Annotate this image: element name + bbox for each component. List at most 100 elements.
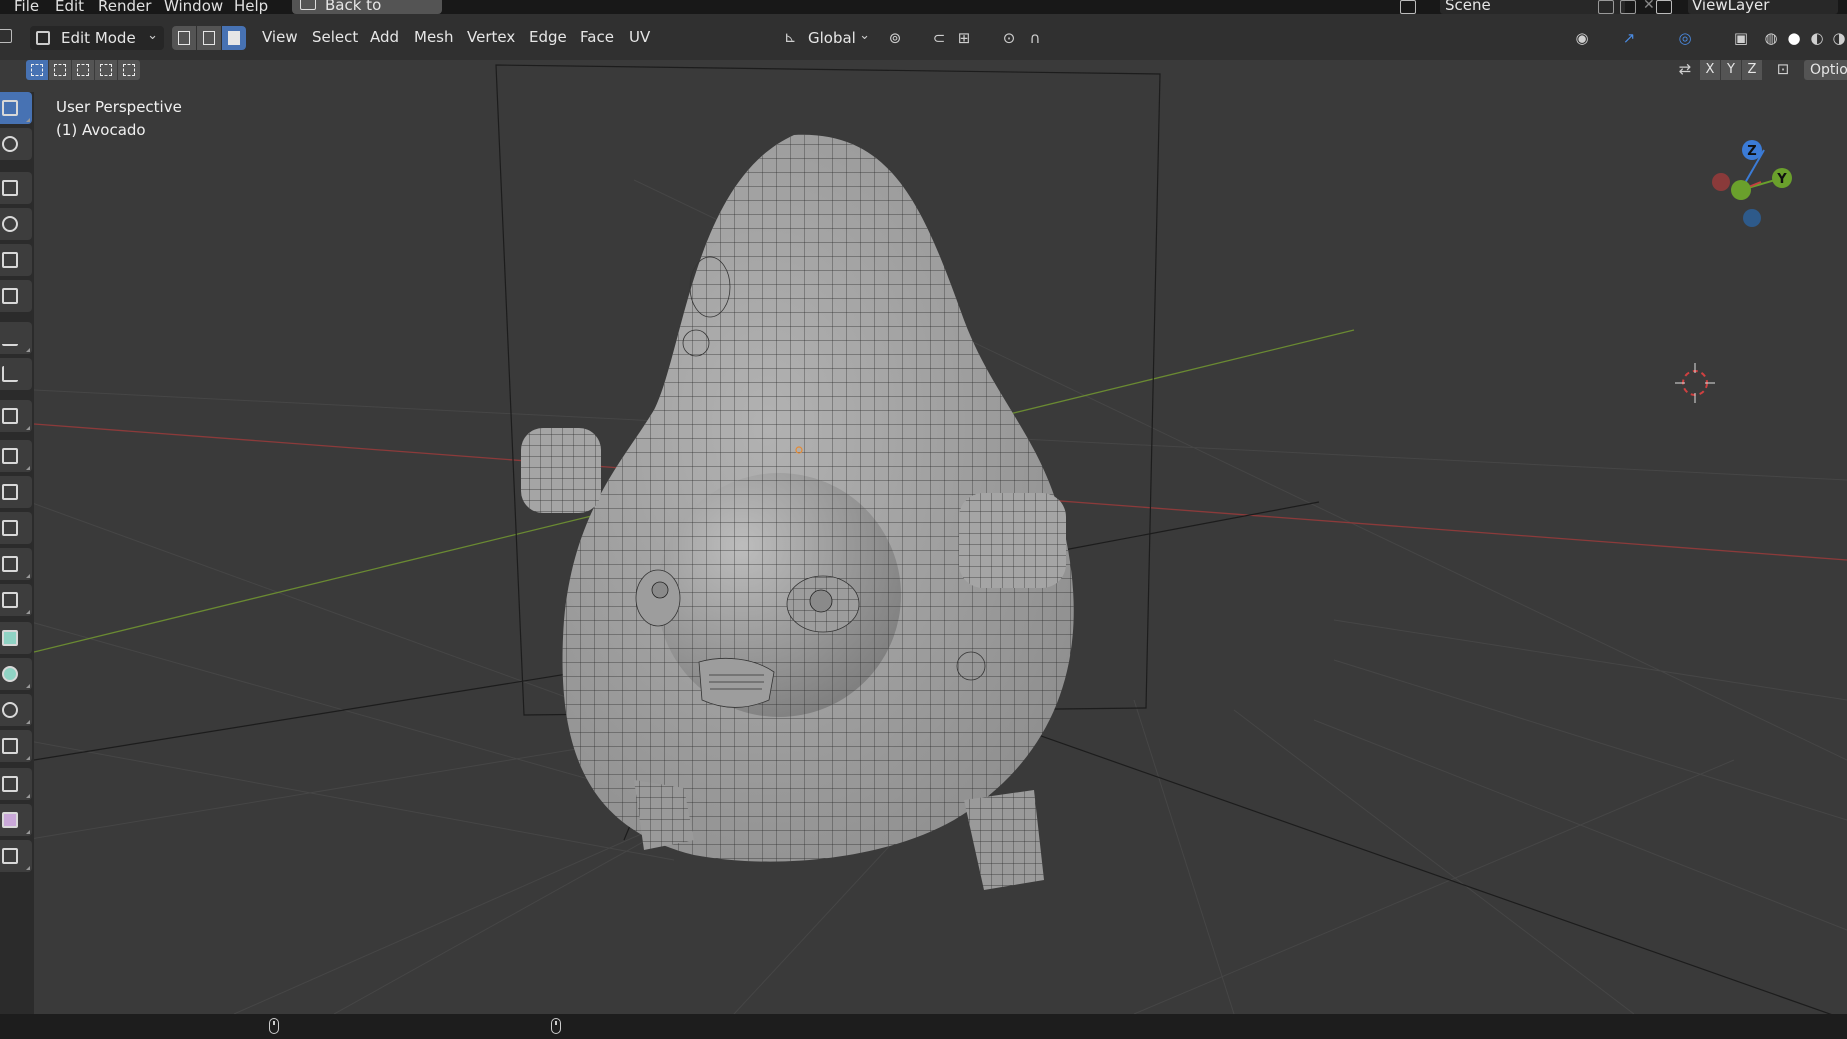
avocado-mesh [521,134,1074,890]
tool-move[interactable] [0,172,32,204]
proportional-edit-icon[interactable]: ⊙ [1000,30,1018,46]
pin-icon[interactable] [1598,0,1614,14]
screen-icon [300,0,316,10]
tool-spin[interactable] [0,658,32,690]
top-menu-bar: File Edit Render Window Help Back to Pre… [0,0,1847,14]
scene-name: Scene [1445,0,1491,14]
poly-build-icon [2,630,18,646]
annotate-icon [2,330,18,346]
edge-select-button[interactable] [197,26,221,50]
gizmo-neg-x[interactable] [1712,173,1730,191]
menu-view[interactable]: View [262,28,298,46]
tool-shrink-fatten[interactable] [0,768,32,800]
tool-rip[interactable] [0,840,32,872]
menu-file[interactable]: File [14,0,39,14]
tool-scale[interactable] [0,244,32,276]
tool-select-box[interactable] [0,92,32,124]
scale-icon [2,252,18,268]
menu-help[interactable]: Help [234,0,268,14]
view-name: User Perspective [56,98,182,116]
gizmo-neg-y[interactable] [1731,180,1751,200]
tool-add-cube[interactable] [0,400,32,432]
menu-window[interactable]: Window [164,0,223,14]
edge-select-icon [203,31,215,45]
falloff-icon[interactable]: ∩ [1026,30,1044,46]
vertex-select-icon [178,31,190,45]
menu-render[interactable]: Render [98,0,151,14]
menu-select[interactable]: Select [312,28,358,46]
gizmo-toggle-icon[interactable]: ↗ [1620,30,1638,46]
view-layer-name: ViewLayer [1692,0,1770,14]
copy-icon[interactable] [1620,0,1636,14]
gizmo-neg-z[interactable] [1743,209,1761,227]
bevel-icon [2,520,18,536]
scene-icon[interactable] [1400,0,1416,14]
spin-icon [2,666,18,682]
object-name: (1) Avocado [56,121,146,139]
back-to-previous-button[interactable]: Back to Previous [292,0,442,14]
tool-transform[interactable] [0,280,32,312]
tool-smooth[interactable] [0,694,32,726]
view-layer-icon[interactable] [1656,0,1672,14]
menu-mesh[interactable]: Mesh [414,28,454,46]
face-select-button[interactable] [222,26,246,50]
edit-mode-icon [36,31,50,45]
tool-cursor[interactable] [0,128,32,160]
rendered-shading-icon[interactable]: ◑ [1830,30,1847,46]
tool-poly-build[interactable] [0,622,32,654]
vertex-select-button[interactable] [172,26,196,50]
select-box-icon [2,100,18,116]
tool-shear[interactable] [0,804,32,836]
mode-label: Edit Mode [61,29,136,47]
orientation-label: Global [808,29,856,47]
mode-dropdown[interactable]: Edit Mode ⌄ [30,26,164,50]
status-bar [0,1014,1847,1039]
material-shading-icon[interactable]: ◐ [1808,30,1826,46]
3d-viewport[interactable]: Z Y [34,60,1847,1014]
chevron-down-icon: ⌄ [859,28,870,43]
tool-rotate[interactable] [0,208,32,240]
tool-annotate[interactable] [0,322,32,354]
tool-inset[interactable] [0,476,32,508]
transform-orientation-dropdown[interactable]: ⊾ Global ⌄ [780,26,874,50]
xray-toggle-icon[interactable]: ▣ [1732,30,1750,46]
solid-shading-icon[interactable]: ● [1785,30,1803,46]
tool-edge-slide[interactable] [0,730,32,762]
navigation-gizmo[interactable]: Z Y [1712,140,1792,227]
smooth-icon [2,702,18,718]
mouse-right-icon [551,1018,561,1034]
chevron-down-icon: ⌄ [147,28,158,43]
measure-icon [2,366,18,382]
tool-measure[interactable] [0,358,32,390]
3d-cursor[interactable] [1675,363,1715,403]
snap-icon[interactable]: ⊂ [930,30,948,46]
tool-bevel[interactable] [0,512,32,544]
mouse-left-icon [269,1018,279,1034]
wireframe-shading-icon[interactable]: ◍ [1762,30,1780,46]
cursor-icon [2,136,18,152]
menu-edit[interactable]: Edit [55,0,84,14]
menu-edge[interactable]: Edge [529,28,567,46]
tool-knife[interactable] [0,584,32,616]
menu-face[interactable]: Face [580,28,614,46]
shear-icon [2,812,18,828]
orientation-icon: ⊾ [784,28,797,46]
shrink-fatten-icon [2,776,18,792]
menu-add[interactable]: Add [370,28,399,46]
editor-type-icon[interactable] [0,29,12,43]
overlay-toggle-icon[interactable]: ◎ [1676,30,1694,46]
pivot-point-icon[interactable]: ⊚ [886,30,904,46]
edge-slide-icon [2,738,18,754]
add-cube-icon [2,408,18,424]
menu-vertex[interactable]: Vertex [467,28,515,46]
view-layer-field[interactable]: ViewLayer [1688,0,1838,14]
tool-extrude[interactable] [0,440,32,472]
rip-icon [2,848,18,864]
menu-uv[interactable]: UV [629,28,650,46]
snap-target-icon[interactable]: ⊞ [955,30,973,46]
gizmo-z-label: Z [1747,144,1756,159]
rotate-icon [2,216,18,232]
visibility-icon[interactable]: ◉ [1573,30,1591,46]
tool-loop-cut[interactable] [0,548,32,580]
viewport-info: User Perspective (1) Avocado [56,96,182,142]
